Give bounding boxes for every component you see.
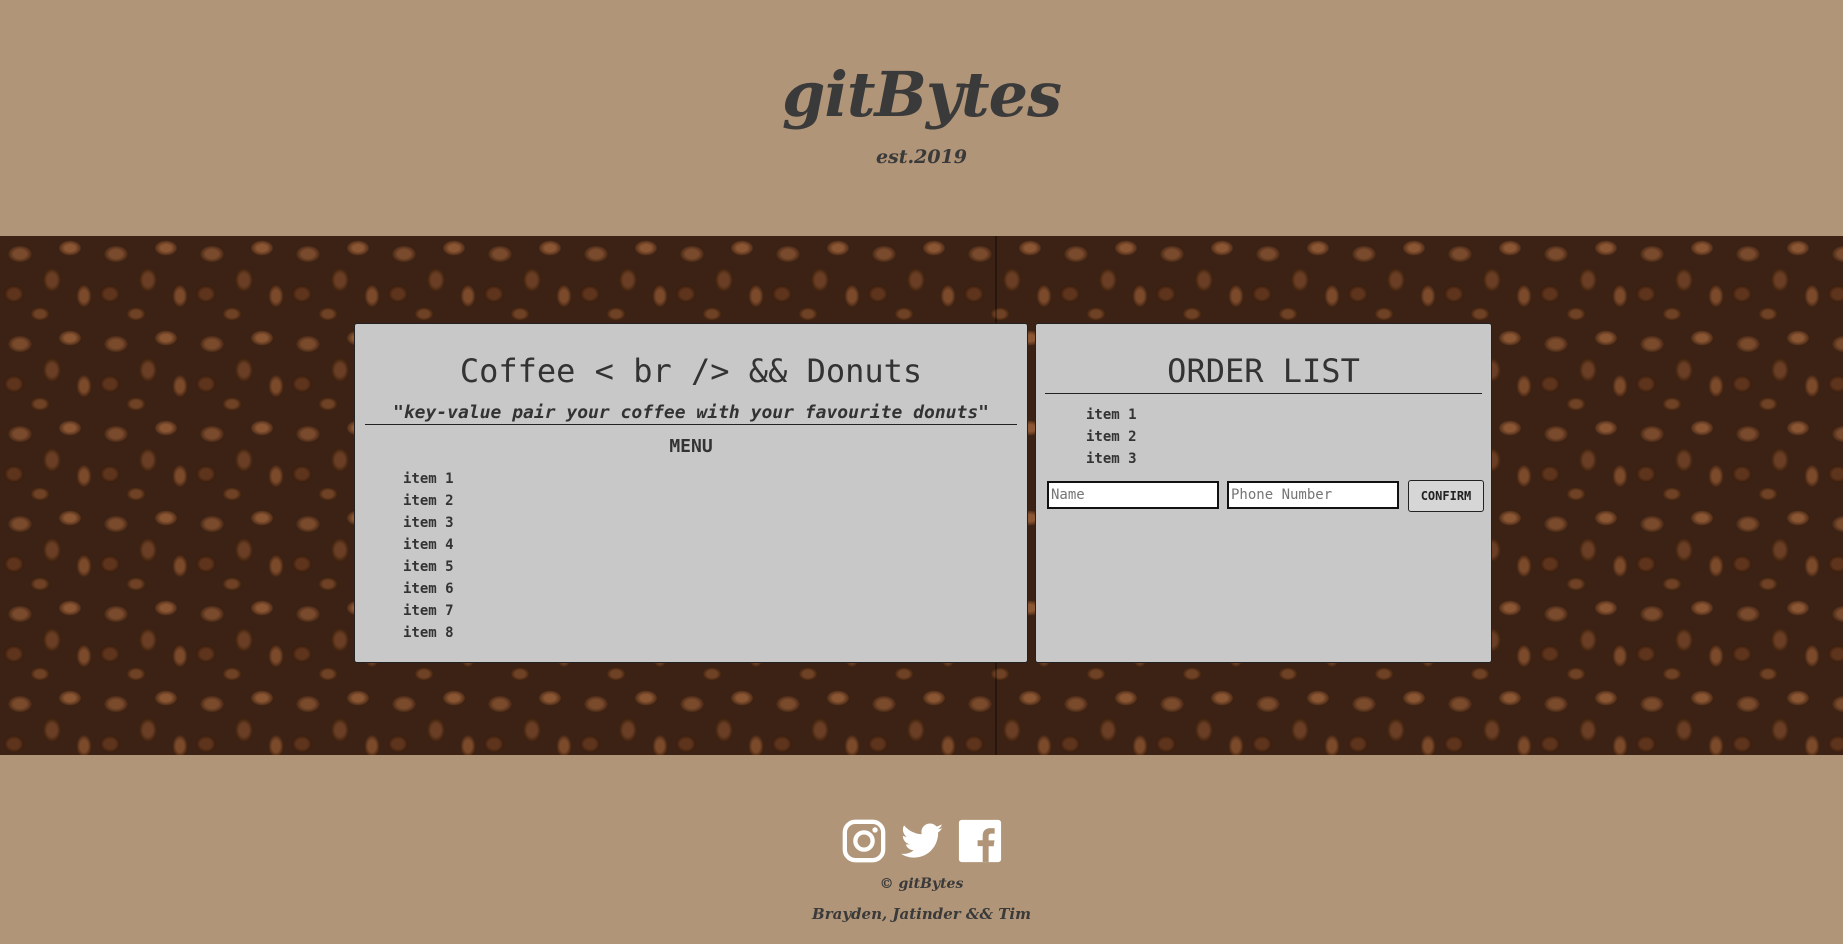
social-links	[0, 818, 1843, 864]
menu-item[interactable]: item 6	[403, 578, 454, 600]
menu-item[interactable]: item 1	[403, 468, 454, 490]
menu-item[interactable]: item 5	[403, 556, 454, 578]
menu-list: item 1 item 2 item 3 item 4 item 5 item …	[403, 468, 454, 644]
site-header: gitBytes est.2019	[0, 0, 1843, 236]
established-text: est.2019	[875, 146, 968, 168]
instagram-icon[interactable]	[841, 818, 887, 864]
order-item[interactable]: item 2	[1086, 426, 1137, 448]
credits-text: Brayden, Jatinder && Tim	[812, 905, 1031, 923]
menu-item[interactable]: item 8	[403, 622, 454, 644]
order-item[interactable]: item 3	[1086, 448, 1137, 470]
twitter-icon[interactable]	[899, 818, 945, 864]
menu-panel-title: Coffee < br /> && Donuts	[459, 352, 923, 390]
menu-item[interactable]: item 3	[403, 512, 454, 534]
order-item[interactable]: item 1	[1086, 404, 1137, 426]
name-input[interactable]	[1047, 481, 1219, 509]
menu-panel: Coffee < br /> && Donuts "key-value pair…	[354, 323, 1028, 663]
confirm-button[interactable]: CONFIRM	[1408, 480, 1484, 512]
order-list-title: ORDER LIST	[1045, 352, 1482, 394]
order-list: item 1 item 2 item 3	[1086, 404, 1137, 470]
menu-heading: MENU	[669, 436, 713, 457]
copyright-text: © gitBytes	[879, 876, 964, 892]
menu-item[interactable]: item 2	[403, 490, 454, 512]
facebook-icon[interactable]	[957, 818, 1003, 864]
site-logo: gitBytes	[782, 58, 1062, 131]
order-panel: ORDER LIST item 1 item 2 item 3 CONFIRM	[1035, 323, 1492, 663]
phone-number-input[interactable]	[1227, 481, 1399, 509]
tagline: "key-value pair your coffee with your fa…	[365, 402, 1017, 425]
menu-item[interactable]: item 4	[403, 534, 454, 556]
menu-item[interactable]: item 7	[403, 600, 454, 622]
